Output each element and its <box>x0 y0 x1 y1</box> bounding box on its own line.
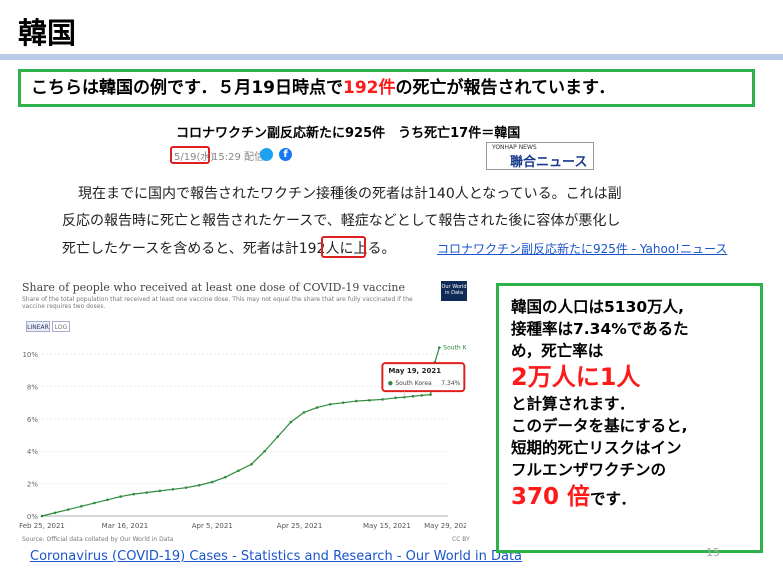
article-time: 15:29 配信 <box>212 152 264 163</box>
y-tick-label: 0% <box>27 513 38 521</box>
y-tick-label: 2% <box>27 481 38 489</box>
article-line-2: 反応の報告時に死亡と報告されたケースで、軽症などとして報告された後に容体が悪化し <box>62 213 621 229</box>
y-tick-label: 4% <box>27 448 38 456</box>
x-tick-label: Apr 5, 2021 <box>192 522 233 530</box>
series-point <box>66 508 70 511</box>
series-point <box>197 483 201 487</box>
side-callout-line: と計算されます． <box>511 395 635 413</box>
x-tick-label: May 29, 2021 <box>424 522 466 530</box>
series-point <box>224 475 227 479</box>
y-tick-label: 8% <box>27 383 38 391</box>
series-point <box>79 504 83 508</box>
series-point <box>315 406 319 409</box>
series-point <box>394 396 397 400</box>
series-point <box>250 462 253 466</box>
series-point <box>411 394 415 398</box>
series-point <box>302 411 306 414</box>
x-tick-label: Mar 16, 2021 <box>102 522 149 530</box>
series-point <box>420 394 424 397</box>
side-callout-big-rate: 2万人に1人 <box>511 363 641 391</box>
yahoo-article-link[interactable]: コロナワクチン副反応新たに925件 - Yahoo!ニュース <box>437 240 727 257</box>
series-line <box>41 347 440 517</box>
publisher-logo-main: 聯合ニュース <box>510 155 588 170</box>
side-callout-line: 韓国の人口は5130万人, <box>511 298 685 316</box>
series-point <box>381 398 384 401</box>
chart-source: Source: Official data collated by Our Wo… <box>22 536 174 543</box>
series-point <box>53 511 57 515</box>
series-point <box>132 492 135 496</box>
chart-subtitle: Share of the total population that recei… <box>22 296 413 310</box>
series-point <box>355 399 358 403</box>
series-label: South Korea <box>443 345 466 352</box>
series-point <box>341 401 345 404</box>
series-point <box>145 491 149 494</box>
series-point <box>93 501 96 505</box>
series-point <box>184 486 188 489</box>
series-point <box>40 514 44 518</box>
y-tick-label: 6% <box>27 416 38 424</box>
article-date: 5/19(水) <box>174 152 215 163</box>
owid-link[interactable]: Coronavirus (COVID-19) Cases - Statistic… <box>30 549 522 564</box>
twitter-icon[interactable] <box>260 148 273 161</box>
series-point <box>237 469 240 472</box>
series-point <box>429 393 432 396</box>
tooltip-marker <box>388 380 393 386</box>
series-point <box>106 498 109 502</box>
article-headline: コロナワクチン副反応新たに925件 うち死亡17件＝韓国 <box>176 126 521 141</box>
series-point <box>119 495 122 498</box>
series-point <box>263 449 266 453</box>
linear-toggle[interactable]: LINEAR <box>26 321 50 332</box>
x-tick-label: Feb 25, 2021 <box>19 522 65 530</box>
x-tick-label: Apr 25, 2021 <box>277 522 323 530</box>
tooltip-country: South Korea <box>395 380 432 387</box>
page-number: 15 <box>706 546 720 559</box>
series-point <box>210 480 214 484</box>
log-toggle[interactable]: LOG <box>52 321 70 332</box>
side-callout-line: め，死亡率は <box>511 342 604 360</box>
top-callout-text-1: こちらは韓国の例です．５月19日時点で <box>31 78 343 98</box>
chart-title: Share of people who received at least on… <box>22 281 406 294</box>
article-line-1: 現在までに国内で報告されたワクチン接種後の死者は計140人となっている。これは副 <box>78 186 622 202</box>
death-count-highlight-box <box>321 236 366 258</box>
vaccination-chart: 0% 2% 4% 6% 8% 10% Feb 25, 2021 Mar 16, 2021 Apr… <box>19 345 466 530</box>
side-callout: 韓国の人口は5130万人, 接種率は7.34%であるた め，死亡率は 2万人に1… <box>496 283 763 553</box>
side-callout-line: このデータを基にすると, <box>511 417 688 435</box>
series-point <box>328 402 332 406</box>
publisher-logo-small: YONHAP NEWS <box>492 144 537 151</box>
top-callout-highlight: 192件 <box>342 78 396 98</box>
side-callout-line: 接種率は7.34%であるた <box>511 320 689 338</box>
side-callout-line: です． <box>590 490 636 508</box>
y-tick-label: 10% <box>22 351 38 359</box>
side-callout-big-multiplier: 370 倍 <box>511 484 591 510</box>
series-point <box>289 420 293 424</box>
tooltip-value: 7.34% <box>441 380 460 387</box>
title-divider <box>0 54 783 60</box>
x-tick-label: May 15, 2021 <box>363 522 411 530</box>
slide-title: 韓国 <box>18 16 77 50</box>
top-callout: こちらは韓国の例です．５月19日時点で192件の死亡が報告されています． <box>18 69 755 107</box>
tooltip-date: May 19, 2021 <box>388 367 441 375</box>
series-point <box>276 435 280 438</box>
series-point <box>368 398 371 402</box>
series-point <box>437 346 441 349</box>
side-callout-line: 短期的死亡リスクはイン <box>511 439 682 457</box>
facebook-icon[interactable]: f <box>279 148 292 161</box>
series-point <box>158 489 162 493</box>
owid-logo: Our World in Data <box>441 281 467 301</box>
chart-license: CC BY <box>452 536 470 543</box>
side-callout-line: フルエンザワクチンの <box>511 461 667 479</box>
series-point <box>171 487 175 491</box>
top-callout-text-2: の死亡が報告されています． <box>395 78 616 98</box>
